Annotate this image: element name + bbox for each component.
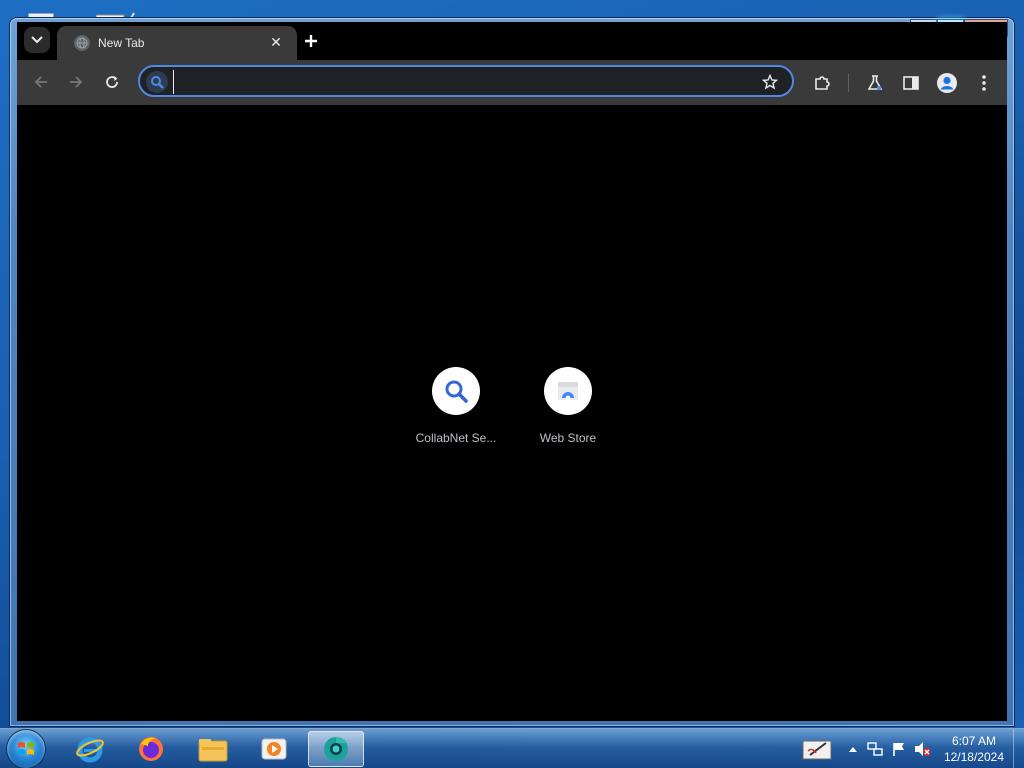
taskbar-chrome[interactable]	[308, 731, 364, 767]
reload-button[interactable]	[99, 69, 125, 95]
web-store-icon	[558, 382, 578, 401]
tab-title: New Tab	[98, 36, 145, 50]
shortcut-tile	[544, 367, 592, 415]
browser: New Tab ✕ CollabNet Se... Web Store	[17, 22, 1007, 721]
address-bar[interactable]	[138, 65, 794, 97]
taskbar-media-player[interactable]	[246, 731, 302, 767]
forward-button[interactable]	[63, 69, 89, 95]
internet-explorer-icon	[76, 737, 104, 763]
toolbar-separator	[848, 74, 849, 92]
puzzle-icon	[815, 76, 830, 90]
labs-button[interactable]	[862, 70, 888, 96]
plus-icon	[305, 35, 317, 47]
tab-search-button[interactable]	[24, 27, 50, 53]
chevron-down-icon	[31, 36, 43, 44]
arrow-left-icon	[34, 76, 47, 88]
volume-muted-icon[interactable]	[914, 741, 930, 757]
new-tab-button[interactable]	[298, 28, 324, 54]
taskbar: 6:07 AM 12/18/2024	[0, 728, 1024, 768]
side-panel-button[interactable]	[898, 70, 924, 96]
clock[interactable]: 6:07 AM 12/18/2024	[944, 733, 1004, 765]
clock-time: 6:07 AM	[951, 734, 996, 748]
magnifier-icon	[445, 380, 468, 403]
star-icon	[762, 74, 778, 90]
close-icon: ✕	[270, 35, 282, 51]
file-explorer-icon	[198, 739, 228, 762]
flask-icon	[867, 75, 883, 90]
new-tab-page: CollabNet Se... Web Store	[17, 105, 1007, 721]
firefox-icon	[139, 737, 163, 761]
clock-date: 12/18/2024	[943, 750, 1004, 764]
shortcut-tile	[432, 367, 480, 415]
back-button[interactable]	[28, 69, 54, 95]
shortcut-collabnet[interactable]: CollabNet Se...	[400, 367, 512, 445]
globe-icon	[74, 35, 90, 51]
network-icon[interactable]	[867, 741, 883, 757]
profile-button[interactable]	[934, 70, 960, 96]
browser-window: New Tab ✕ CollabNet Se... Web Store	[10, 18, 1014, 726]
search-icon	[146, 71, 168, 93]
show-hidden-icons-button[interactable]	[845, 741, 861, 757]
show-desktop-button[interactable]	[1013, 729, 1024, 768]
flag-icon[interactable]	[891, 741, 907, 757]
shortcut-web-store[interactable]: Web Store	[512, 367, 624, 445]
arrow-right-icon	[70, 76, 83, 88]
action-center-icon[interactable]	[802, 737, 834, 761]
tab-new-tab[interactable]: New Tab ✕	[57, 26, 297, 60]
menu-button[interactable]	[971, 70, 997, 96]
toolbar	[17, 60, 1007, 105]
tab-close-button[interactable]: ✕	[267, 34, 285, 52]
shortcut-label: CollabNet Se...	[415, 431, 497, 445]
chrome-icon	[324, 736, 348, 761]
taskbar-internet-explorer[interactable]	[62, 731, 118, 767]
side-panel-icon	[903, 76, 919, 90]
chevron-up-icon	[849, 747, 857, 752]
taskbar-file-explorer[interactable]	[185, 731, 241, 767]
avatar-icon	[937, 73, 957, 93]
taskbar-firefox[interactable]	[123, 731, 179, 767]
shortcut-label: Web Store	[539, 431, 597, 445]
kebab-menu-icon	[982, 75, 986, 91]
extensions-button[interactable]	[809, 70, 835, 96]
reload-icon	[106, 76, 118, 88]
address-input[interactable]	[173, 70, 760, 94]
windows-logo-icon	[18, 742, 34, 755]
bookmark-button[interactable]	[760, 72, 780, 92]
tab-strip: New Tab ✕	[17, 22, 1007, 60]
start-button[interactable]	[7, 730, 45, 768]
media-player-icon	[261, 738, 287, 760]
